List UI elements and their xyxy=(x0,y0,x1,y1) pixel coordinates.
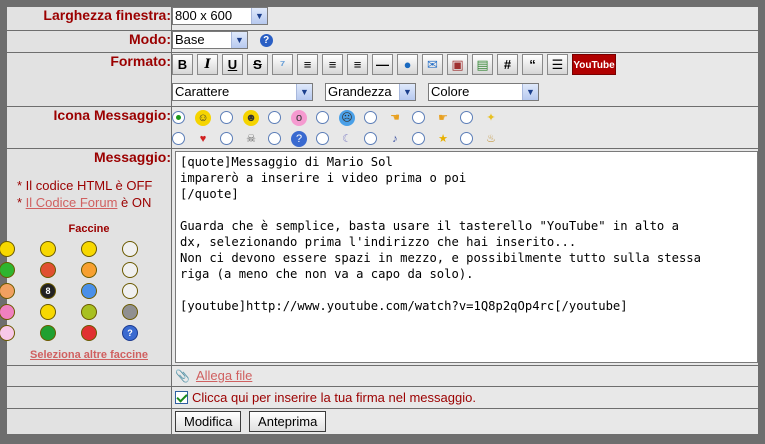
tongue-emoticon[interactable] xyxy=(81,304,97,320)
horizontal-rule-icon[interactable]: — xyxy=(372,54,393,75)
sad-emoticon[interactable] xyxy=(81,283,97,299)
italic-button[interactable]: I xyxy=(197,54,218,75)
icon-radio[interactable] xyxy=(460,111,473,124)
icon-radio[interactable] xyxy=(364,111,377,124)
message-label: Messaggio: xyxy=(93,149,171,165)
signature-label[interactable]: Clicca qui per inserire la tua firma nel… xyxy=(192,390,476,405)
preview-button[interactable]: Anteprima xyxy=(249,411,327,432)
post-form-frame: Larghezza finestra: 800 x 600 ▼ Modo: Ba… xyxy=(0,0,765,444)
align-right-icon[interactable]: ≡ xyxy=(347,54,368,75)
quote-button[interactable]: “ xyxy=(522,54,543,75)
attach-file-link[interactable]: Allega file xyxy=(196,368,252,383)
clown-emoticon[interactable] xyxy=(122,241,138,257)
message-icon-radios: ☺ ☻ o ☹ ☚ ☛ ✦ ♥ ☠ ? ☾ ♪ ★ ♨ xyxy=(172,107,512,148)
underline-button[interactable]: U xyxy=(222,54,243,75)
chevron-down-icon: ▼ xyxy=(296,84,312,100)
icon-radio[interactable] xyxy=(364,132,377,145)
shock-emoticon[interactable] xyxy=(0,304,15,320)
grin-icon: ☻ xyxy=(243,109,259,126)
eightball-emoticon[interactable]: 8 xyxy=(40,283,56,299)
youtube-button[interactable]: YouTube xyxy=(572,54,616,75)
paperclip-icon: 📎 xyxy=(175,369,190,383)
align-left-icon[interactable]: ≡ xyxy=(297,54,318,75)
format-toolbar: B I U S ⁷ ≡ ≡ ≡ — ● ✉ ▣ ▤ # “ ☰ YouTube xyxy=(172,53,758,75)
chevron-down-icon: ▼ xyxy=(522,84,538,100)
icon-radio[interactable] xyxy=(220,111,233,124)
message-icon-label: Icona Messaggio: xyxy=(6,106,172,149)
sad-icon: ☹ xyxy=(339,109,355,126)
dead-emoticon[interactable] xyxy=(122,304,138,320)
question-icon: ? xyxy=(291,130,307,147)
icon-radio[interactable] xyxy=(268,111,281,124)
icon-radio[interactable] xyxy=(172,111,185,124)
sick-emoticon[interactable] xyxy=(0,262,15,278)
code-button[interactable]: # xyxy=(497,54,518,75)
window-width-label: Larghezza finestra: xyxy=(6,6,172,31)
moon-icon: ☾ xyxy=(342,132,352,145)
star-icon: ★ xyxy=(438,132,448,145)
size-select[interactable]: Grandezza ▼ xyxy=(325,83,416,101)
eyes-emoticon[interactable] xyxy=(122,283,138,299)
mad-emoticon[interactable] xyxy=(40,325,56,341)
blush-emoticon[interactable] xyxy=(0,283,15,299)
cool-emoticon[interactable] xyxy=(81,241,97,257)
wink-emoticon[interactable] xyxy=(40,304,56,320)
chevron-down-icon: ▼ xyxy=(399,84,415,100)
surprised-icon: o xyxy=(291,109,307,126)
thumb-icon: ☛ xyxy=(438,111,448,124)
message-textarea[interactable]: [quote]Messaggio di Mario Sol imparerò a… xyxy=(175,151,758,363)
devil-emoticon[interactable] xyxy=(40,262,56,278)
cake-icon: ♨ xyxy=(486,132,496,145)
icon-radio[interactable] xyxy=(172,132,185,145)
point-left-icon: ☚ xyxy=(390,111,400,124)
email-icon[interactable]: ✉ xyxy=(422,54,443,75)
format-label: Formato: xyxy=(6,52,172,107)
more-emoticons-link[interactable]: Seleziona altre faccine xyxy=(7,349,171,361)
modify-button[interactable]: Modifica xyxy=(175,411,242,432)
lightbulb-icon: ✦ xyxy=(486,111,496,124)
help-icon[interactable]: ? xyxy=(259,33,273,47)
smiley-icon: ☺ xyxy=(195,109,211,126)
chevron-down-icon: ▼ xyxy=(251,8,267,24)
emoticons-title: Faccine xyxy=(68,223,110,235)
emoticon-grid: 8 ? xyxy=(0,241,171,341)
icon-radio[interactable] xyxy=(412,111,425,124)
grin-emoticon[interactable] xyxy=(40,241,56,257)
skull-icon: ☠ xyxy=(246,132,256,145)
font-select[interactable]: Carattere ▼ xyxy=(172,83,313,101)
icon-radio[interactable] xyxy=(268,132,281,145)
music-note-icon: ♪ xyxy=(392,132,398,145)
align-center-icon[interactable]: ≡ xyxy=(322,54,343,75)
icon-radio[interactable] xyxy=(412,132,425,145)
mode-select[interactable]: Base ▼ xyxy=(172,31,248,49)
chevron-down-icon: ▼ xyxy=(231,32,247,48)
icon-radio[interactable] xyxy=(460,132,473,145)
heart-icon: ♥ xyxy=(199,132,207,145)
globe-link-icon[interactable]: ● xyxy=(397,54,418,75)
superscript-icon[interactable]: ⁷ xyxy=(272,54,293,75)
post-form: Larghezza finestra: 800 x 600 ▼ Modo: Ba… xyxy=(0,6,759,435)
icon-radio[interactable] xyxy=(220,132,233,145)
kiss-emoticon[interactable] xyxy=(0,325,15,341)
window-width-select[interactable]: 800 x 600 ▼ xyxy=(172,7,268,25)
list-icon[interactable]: ☰ xyxy=(547,54,568,75)
smile-emoticon[interactable] xyxy=(0,241,15,257)
signature-checkbox[interactable] xyxy=(175,391,188,405)
angry-emoticon[interactable] xyxy=(81,262,97,278)
picture-icon[interactable]: ▤ xyxy=(472,54,493,75)
html-status: * Il codice HTML è OFF xyxy=(17,178,153,193)
strikethrough-button[interactable]: S xyxy=(247,54,268,75)
bold-button[interactable]: B xyxy=(172,54,193,75)
icon-radio[interactable] xyxy=(316,132,329,145)
mode-label: Modo: xyxy=(6,30,172,53)
color-select[interactable]: Colore ▼ xyxy=(428,83,539,101)
question-emoticon[interactable]: ? xyxy=(122,325,138,341)
forum-code-link[interactable]: Il Codice Forum xyxy=(26,195,118,210)
image-icon[interactable]: ▣ xyxy=(447,54,468,75)
icon-radio[interactable] xyxy=(316,111,329,124)
ghost-emoticon[interactable] xyxy=(122,262,138,278)
red-emoticon[interactable] xyxy=(81,325,97,341)
